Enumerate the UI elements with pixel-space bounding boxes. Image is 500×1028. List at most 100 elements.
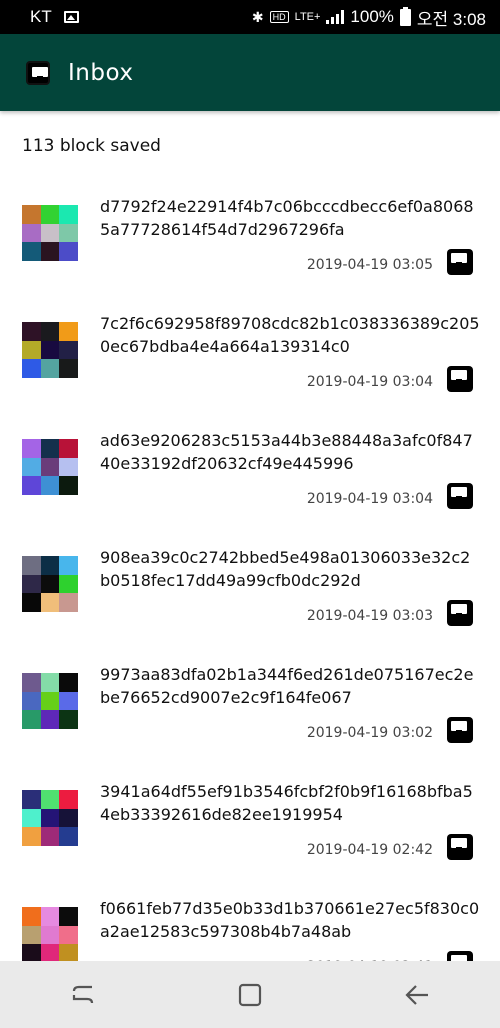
network-type-label: LTE+ (294, 11, 321, 23)
block-hash: 9973aa83dfa02b1a344f6ed261de075167ec2ebe… (100, 665, 474, 707)
inbox-icon[interactable] (447, 366, 473, 392)
identicon-cell (40, 205, 60, 224)
block-timestamp: 2019-04-19 03:03 (306, 608, 433, 624)
identicon-cell (59, 925, 78, 945)
signal-icon (326, 10, 345, 24)
identicon-cell (22, 439, 41, 458)
battery-icon (399, 6, 411, 26)
battery-percent: 100% (350, 7, 394, 26)
identicon-cell (40, 673, 60, 692)
identicon-cell (59, 242, 78, 261)
block-hash: 7c2f6c692958f89708cdc82b1c038336389c2050… (100, 314, 480, 356)
identicon-cell (59, 827, 78, 846)
inbox-icon[interactable] (447, 483, 473, 509)
block-timestamp: 2019-04-19 03:04 (306, 491, 433, 507)
identicon-cell (59, 439, 78, 458)
identicon-cell (22, 925, 41, 945)
identicon-cell (40, 925, 60, 945)
identicon-cell (59, 593, 78, 612)
identicon-cell (40, 223, 60, 243)
identicon-cell (40, 907, 60, 926)
block-identicon (22, 322, 78, 378)
system-nav-bar (0, 961, 500, 1028)
identicon-cell (40, 340, 60, 360)
identicon-cell (59, 205, 78, 224)
recent-apps-button[interactable] (63, 975, 103, 1015)
identicon-cell (59, 907, 78, 926)
list-item[interactable]: ad63e9206283c5153a44b3e88448a3afc0f84740… (0, 419, 500, 536)
block-identicon (22, 556, 78, 612)
identicon-cell (40, 574, 60, 594)
inbox-icon[interactable] (447, 717, 473, 743)
block-timestamp: 2019-04-19 02:42 (306, 842, 433, 858)
recent-apps-icon (73, 985, 94, 1003)
identicon-cell (59, 574, 78, 594)
identicon-cell (40, 710, 60, 729)
block-identicon (22, 673, 78, 729)
list-item[interactable]: 3941a64df55ef91b3546fcbf2f0b9f16168bfba5… (0, 770, 500, 887)
list-item[interactable]: 908ea39c0c2742bbed5e498a01306033e32c2b05… (0, 536, 500, 653)
identicon-cell (40, 242, 60, 261)
block-identicon (22, 439, 78, 495)
identicon-cell (59, 457, 78, 477)
identicon-cell (22, 322, 41, 341)
identicon-cell (40, 457, 60, 477)
identicon-cell (22, 223, 41, 243)
block-hash: 3941a64df55ef91b3546fcbf2f0b9f16168bfba5… (100, 782, 473, 824)
block-list[interactable]: d7792f24e22914f4b7c06bcccdbecc6ef0a80685… (0, 185, 500, 1004)
identicon-cell (59, 340, 78, 360)
back-arrow-icon (405, 984, 428, 1005)
hd-badge: HD (269, 11, 289, 23)
identicon-cell (40, 808, 60, 828)
identicon-cell (40, 359, 60, 378)
status-left: KT (30, 7, 79, 27)
identicon-cell (59, 556, 78, 575)
identicon-cell (59, 476, 78, 495)
identicon-cell (22, 340, 41, 360)
identicon-cell (40, 439, 60, 458)
identicon-cell (40, 790, 60, 809)
identicon-cell (22, 827, 41, 846)
identicon-cell (59, 223, 78, 243)
block-timestamp: 2019-04-19 03:02 (306, 725, 433, 741)
identicon-cell (22, 710, 41, 729)
identicon-cell (59, 359, 78, 378)
identicon-cell (59, 710, 78, 729)
list-item[interactable]: 9973aa83dfa02b1a344f6ed261de075167ec2ebe… (0, 653, 500, 770)
back-button[interactable] (397, 975, 437, 1015)
block-hash: ad63e9206283c5153a44b3e88448a3afc0f84740… (100, 431, 473, 473)
block-timestamp: 2019-04-19 03:05 (306, 257, 433, 273)
identicon-cell (22, 476, 41, 495)
gallery-icon (63, 11, 79, 23)
inbox-icon[interactable] (447, 600, 473, 626)
identicon-cell (22, 205, 41, 224)
block-identicon (22, 790, 78, 846)
list-item[interactable]: 7c2f6c692958f89708cdc82b1c038336389c2050… (0, 302, 500, 419)
block-timestamp: 2019-04-19 03:04 (306, 374, 433, 390)
list-item[interactable]: d7792f24e22914f4b7c06bcccdbecc6ef0a80685… (0, 185, 500, 302)
page-title: Inbox (68, 59, 134, 86)
status-bar: KT ✱ HD LTE+ 100% 오전 3:08 (0, 0, 500, 34)
app-bar: Inbox (0, 34, 500, 111)
identicon-cell (59, 673, 78, 692)
identicon-cell (22, 359, 41, 378)
identicon-cell (22, 242, 41, 261)
status-time: 오전 3:08 (416, 9, 486, 29)
carrier-label: KT (30, 7, 52, 26)
block-identicon (22, 907, 78, 963)
inbox-icon[interactable] (447, 834, 473, 860)
identicon-cell (40, 556, 60, 575)
identicon-cell (59, 322, 78, 341)
block-identicon (22, 205, 78, 261)
identicon-cell (40, 691, 60, 711)
identicon-cell (22, 691, 41, 711)
identicon-cell (22, 808, 41, 828)
inbox-icon[interactable] (447, 249, 473, 275)
block-hash: f0661feb77d35e0b33d1b370661e27ec5f830c0a… (100, 899, 480, 941)
home-button[interactable] (230, 975, 270, 1015)
identicon-cell (22, 593, 41, 612)
identicon-cell (22, 556, 41, 575)
block-count-summary: 113 block saved (22, 136, 161, 156)
block-hash: 908ea39c0c2742bbed5e498a01306033e32c2b05… (100, 548, 471, 590)
identicon-cell (59, 790, 78, 809)
